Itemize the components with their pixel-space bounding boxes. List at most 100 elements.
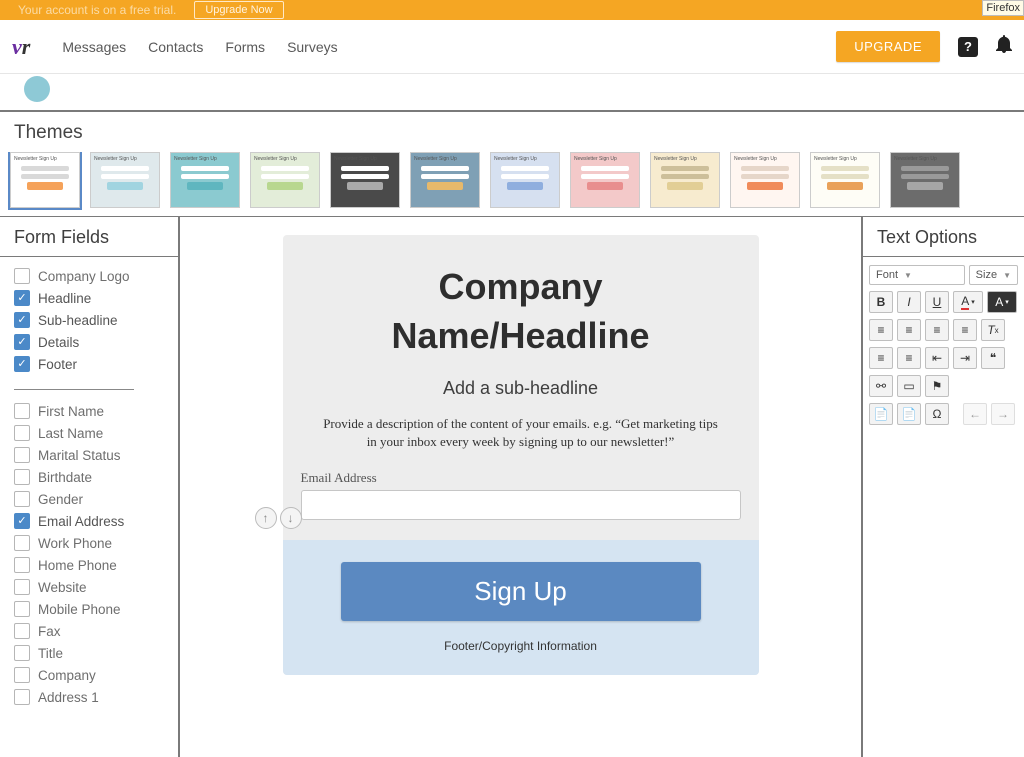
align-justify-button[interactable]: ≡ (953, 319, 977, 341)
theme-thumb-0[interactable]: Newsletter Sign Up (10, 152, 80, 208)
unordered-list-button[interactable]: ≡ (897, 347, 921, 369)
form-card: ↑ ↓ Company Name/Headline Add a sub-head… (283, 235, 759, 675)
outdent-button[interactable]: ⇤ (925, 347, 949, 369)
paste-word-button[interactable]: 📄 (897, 403, 921, 425)
checkbox-icon[interactable] (14, 403, 30, 419)
theme-thumb-2[interactable]: Newsletter Sign Up (170, 152, 240, 208)
paste-button[interactable]: 📄 (869, 403, 893, 425)
field-row[interactable]: Details (14, 331, 164, 353)
field-row[interactable]: Address 1 (14, 686, 164, 708)
theme-thumb-8[interactable]: Newsletter Sign Up (650, 152, 720, 208)
theme-thumb-6[interactable]: Newsletter Sign Up (490, 152, 560, 208)
form-headline[interactable]: Company Name/Headline (301, 255, 741, 374)
checkbox-icon[interactable] (14, 491, 30, 507)
field-row[interactable]: Last Name (14, 422, 164, 444)
field-row[interactable]: Marital Status (14, 444, 164, 466)
checkbox-icon[interactable] (14, 601, 30, 617)
image-button[interactable]: ▭ (897, 375, 921, 397)
checkbox-icon[interactable] (14, 290, 30, 306)
theme-thumb-9[interactable]: Newsletter Sign Up (730, 152, 800, 208)
checkbox-icon[interactable] (14, 425, 30, 441)
theme-thumb-5[interactable]: Newsletter Sign Up (410, 152, 480, 208)
field-row[interactable]: Mobile Phone (14, 598, 164, 620)
clear-format-button[interactable]: Tx (981, 319, 1005, 341)
checkbox-icon[interactable] (14, 513, 30, 529)
undo-button[interactable]: ← (963, 403, 987, 425)
special-char-button[interactable]: Ω (925, 403, 949, 425)
email-input[interactable] (301, 490, 741, 520)
checkbox-icon[interactable] (14, 312, 30, 328)
trial-upgrade-button[interactable]: Upgrade Now (194, 1, 283, 19)
underline-button[interactable]: U (925, 291, 949, 313)
checkbox-icon[interactable] (14, 334, 30, 350)
checkbox-icon[interactable] (14, 579, 30, 595)
signup-button[interactable]: Sign Up (341, 562, 701, 621)
field-row[interactable]: Fax (14, 620, 164, 642)
field-row[interactable]: Headline (14, 287, 164, 309)
move-down-handle[interactable]: ↓ (280, 507, 302, 529)
upgrade-button[interactable]: UPGRADE (836, 31, 940, 62)
blockquote-button[interactable]: ❝ (981, 347, 1005, 369)
field-row[interactable]: Title (14, 642, 164, 664)
font-select[interactable]: Font▼ (869, 265, 965, 285)
field-row[interactable]: Footer (14, 353, 164, 375)
form-fields-panel: Form Fields Company LogoHeadlineSub-head… (0, 217, 180, 757)
textcolor-button[interactable]: A▾ (953, 291, 983, 313)
theme-thumb-1[interactable]: Newsletter Sign Up (90, 152, 160, 208)
checkbox-icon[interactable] (14, 447, 30, 463)
checkbox-icon[interactable] (14, 268, 30, 284)
checkbox-icon[interactable] (14, 667, 30, 683)
nav-contacts[interactable]: Contacts (148, 39, 203, 55)
bgcolor-button[interactable]: A▾ (987, 291, 1017, 313)
checkbox-icon[interactable] (14, 689, 30, 705)
checkbox-icon[interactable] (14, 469, 30, 485)
form-subheadline[interactable]: Add a sub-headline (301, 374, 741, 415)
anchor-button[interactable]: ⚑ (925, 375, 949, 397)
help-icon[interactable]: ? (958, 37, 978, 57)
field-row[interactable]: Company (14, 664, 164, 686)
field-label: Details (38, 335, 79, 350)
nav-messages[interactable]: Messages (62, 39, 126, 55)
checkbox-icon[interactable] (14, 557, 30, 573)
italic-button[interactable]: I (897, 291, 921, 313)
field-row[interactable]: Work Phone (14, 532, 164, 554)
link-button[interactable]: ⚯ (869, 375, 893, 397)
field-label: Footer (38, 357, 77, 372)
bell-icon[interactable] (996, 35, 1012, 58)
bold-button[interactable]: B (869, 291, 893, 313)
checkbox-icon[interactable] (14, 535, 30, 551)
brand-logo[interactable]: vr (12, 34, 40, 60)
nav-surveys[interactable]: Surveys (287, 39, 338, 55)
form-footer[interactable]: Footer/Copyright Information (341, 621, 701, 655)
redo-button[interactable]: → (991, 403, 1015, 425)
field-label: Work Phone (38, 536, 112, 551)
theme-thumb-3[interactable]: Newsletter Sign Up (250, 152, 320, 208)
theme-thumb-11[interactable]: Newsletter Sign Up (890, 152, 960, 208)
checkbox-icon[interactable] (14, 356, 30, 372)
field-row[interactable]: Website (14, 576, 164, 598)
theme-thumb-10[interactable]: Newsletter Sign Up (810, 152, 880, 208)
form-details[interactable]: Provide a description of the content of … (301, 415, 741, 469)
checkbox-icon[interactable] (14, 645, 30, 661)
field-row[interactable]: Home Phone (14, 554, 164, 576)
field-row[interactable]: Company Logo (14, 265, 164, 287)
field-label: Home Phone (38, 558, 117, 573)
field-row[interactable]: Sub-headline (14, 309, 164, 331)
align-center-button[interactable]: ≡ (897, 319, 921, 341)
nav-forms[interactable]: Forms (225, 39, 265, 55)
theme-thumb-7[interactable]: Newsletter Sign Up (570, 152, 640, 208)
checkbox-icon[interactable] (14, 623, 30, 639)
size-select[interactable]: Size▼ (969, 265, 1018, 285)
field-row[interactable]: Email Address (14, 510, 164, 532)
align-right-button[interactable]: ≡ (925, 319, 949, 341)
field-row[interactable]: First Name (14, 400, 164, 422)
theme-thumb-4[interactable]: Newsletter Sign Up (330, 152, 400, 208)
ordered-list-button[interactable]: ≡ (869, 347, 893, 369)
move-up-handle[interactable]: ↑ (255, 507, 277, 529)
themes-panel: Themes Newsletter Sign UpNewsletter Sign… (0, 112, 1024, 217)
field-row[interactable]: Gender (14, 488, 164, 510)
field-row[interactable]: Birthdate (14, 466, 164, 488)
align-left-button[interactable]: ≡ (869, 319, 893, 341)
field-label: Gender (38, 492, 83, 507)
indent-button[interactable]: ⇥ (953, 347, 977, 369)
